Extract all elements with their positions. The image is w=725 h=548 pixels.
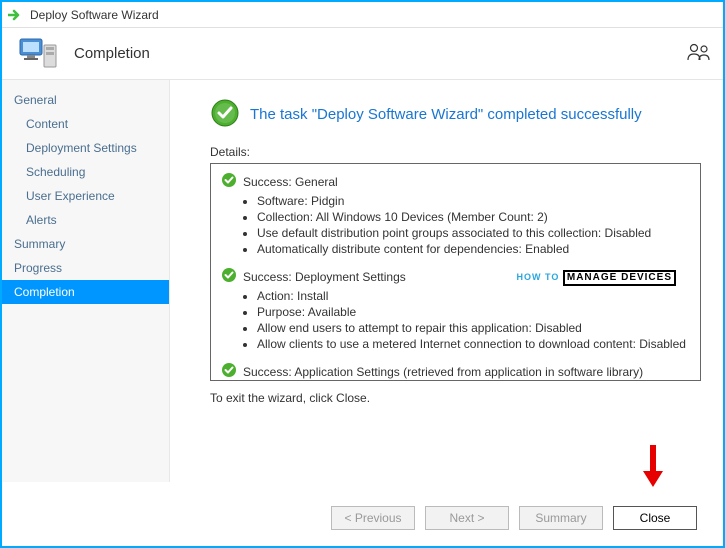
section-list: Action: InstallPurpose: AvailableAllow e… <box>221 288 690 352</box>
header: Completion <box>2 28 723 80</box>
list-item: Collection: All Windows 10 Devices (Memb… <box>257 209 690 225</box>
details-section: Success: General Software: PidginCollecti… <box>221 172 690 257</box>
list-item: Purpose: Available <box>257 304 690 320</box>
check-icon <box>221 172 237 191</box>
window-title: Deploy Software Wizard <box>30 8 159 22</box>
section-head: Success: Application Settings (retrieved… <box>221 362 690 381</box>
sidebar-item-summary[interactable]: Summary <box>2 232 169 256</box>
body: GeneralContentDeployment SettingsSchedul… <box>2 80 723 482</box>
check-icon <box>221 362 237 381</box>
next-button: Next > <box>425 506 509 530</box>
success-message: The task "Deploy Software Wizard" comple… <box>250 106 642 123</box>
sidebar: GeneralContentDeployment SettingsSchedul… <box>2 80 170 482</box>
deploy-arrow-icon <box>8 8 26 22</box>
content: The task "Deploy Software Wizard" comple… <box>170 80 723 482</box>
close-button[interactable]: Close <box>613 506 697 530</box>
page-title: Completion <box>74 45 150 62</box>
titlebar: Deploy Software Wizard <box>2 2 723 28</box>
sidebar-item-general[interactable]: General <box>2 88 169 112</box>
sidebar-item-alerts[interactable]: Alerts <box>2 208 169 232</box>
list-item: Software: Pidgin <box>257 193 690 209</box>
computer-icon <box>18 35 62 73</box>
sidebar-item-scheduling[interactable]: Scheduling <box>2 160 169 184</box>
sidebar-item-progress[interactable]: Progress <box>2 256 169 280</box>
sidebar-item-completion[interactable]: Completion <box>2 280 169 304</box>
sidebar-item-user-experience[interactable]: User Experience <box>2 184 169 208</box>
details-section: Success: Application Settings (retrieved… <box>221 362 690 381</box>
success-check-icon <box>210 98 240 131</box>
sidebar-item-deployment-settings[interactable]: Deployment Settings <box>2 136 169 160</box>
success-row: The task "Deploy Software Wizard" comple… <box>210 98 701 131</box>
check-icon <box>221 267 237 286</box>
annotation-arrow-icon <box>641 443 665 492</box>
details-box[interactable]: Success: General Software: PidginCollecti… <box>210 163 701 381</box>
list-item: Automatically distribute content for dep… <box>257 241 690 257</box>
watermark: HOW TO MANAGE DEVICES <box>517 270 676 286</box>
summary-button: Summary <box>519 506 603 530</box>
details-label: Details: <box>210 145 701 159</box>
section-title: Success: General <box>243 175 338 189</box>
list-item: Allow clients to use a metered Internet … <box>257 336 690 352</box>
footer: < Previous Next > Summary Close <box>2 482 723 542</box>
list-item: Use default distribution point groups as… <box>257 225 690 241</box>
section-list: Software: PidginCollection: All Windows … <box>221 193 690 257</box>
sidebar-item-content[interactable]: Content <box>2 112 169 136</box>
exit-message: To exit the wizard, click Close. <box>210 391 701 405</box>
list-item: Action: Install <box>257 288 690 304</box>
people-icon <box>687 42 711 65</box>
wizard-window: Deploy Software Wizard Completion <box>0 0 725 548</box>
section-head: Success: General <box>221 172 690 191</box>
previous-button: < Previous <box>331 506 415 530</box>
section-title: Success: Deployment Settings <box>243 270 406 284</box>
list-item: Allow end users to attempt to repair thi… <box>257 320 690 336</box>
section-title: Success: Application Settings (retrieved… <box>243 365 643 379</box>
